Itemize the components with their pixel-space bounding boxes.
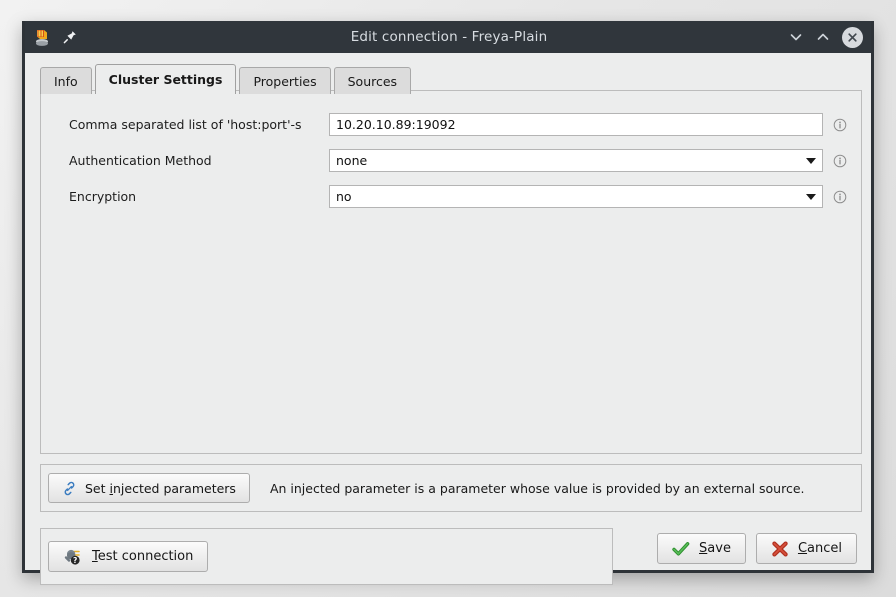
- save-button[interactable]: Save: [657, 533, 746, 564]
- host-port-input[interactable]: 10.20.10.89:19092: [329, 113, 823, 136]
- tab-label: Sources: [347, 73, 398, 89]
- chevron-down-icon[interactable]: [800, 150, 822, 171]
- form-row-auth-method: Authentication Method none: [41, 149, 861, 172]
- set-injected-parameters-label: Set injected parameters: [85, 480, 236, 496]
- close-circle-icon[interactable]: [842, 26, 863, 48]
- tab-info[interactable]: Info: [40, 67, 92, 94]
- tab-cluster-settings[interactable]: Cluster Settings: [94, 64, 237, 94]
- test-connection-label: Test connection: [92, 549, 194, 564]
- link-chain-icon: [62, 481, 77, 496]
- tab-strip: Info Cluster Settings Properties Sources: [40, 64, 414, 94]
- host-port-value: 10.20.10.89:19092: [336, 117, 456, 132]
- test-connection-button[interactable]: ? Test connection: [48, 541, 209, 572]
- info-icon[interactable]: [833, 118, 847, 132]
- tab-label: Cluster Settings: [108, 72, 223, 87]
- auth-method-label: Authentication Method: [69, 153, 212, 168]
- database-stack-icon: [33, 28, 52, 47]
- tab-sources[interactable]: Sources: [333, 67, 412, 94]
- titlebar-left-icons: [33, 28, 113, 47]
- save-label: Save: [699, 541, 731, 556]
- window-title: Edit connection - Freya-Plain: [350, 29, 548, 45]
- set-injected-parameters-button[interactable]: Set injected parameters: [48, 473, 250, 503]
- svg-text:?: ?: [73, 556, 77, 565]
- chevron-up-icon[interactable]: [815, 29, 831, 45]
- pin-icon[interactable]: [62, 29, 78, 45]
- cancel-button[interactable]: Cancel: [755, 533, 857, 564]
- encryption-value: no: [336, 189, 352, 204]
- plug-question-icon: ?: [63, 548, 83, 566]
- auth-method-value: none: [336, 153, 368, 168]
- encryption-label: Encryption: [69, 189, 137, 204]
- cancel-label: Cancel: [797, 541, 842, 556]
- tab-label: Properties: [253, 73, 317, 89]
- tab-label: Info: [54, 73, 78, 89]
- cluster-settings-panel: Comma separated list of 'host:port'-s 10…: [40, 90, 862, 454]
- chevron-down-icon[interactable]: [788, 29, 804, 45]
- injected-parameters-group: Set injected parameters An injected para…: [40, 464, 862, 512]
- host-port-label: Comma separated list of 'host:port'-s: [69, 117, 302, 132]
- chevron-down-icon[interactable]: [800, 186, 822, 207]
- dialog-action-buttons: Save Cancel: [657, 533, 857, 564]
- auth-method-select[interactable]: none: [329, 149, 823, 172]
- cross-icon: [771, 541, 789, 557]
- window-controls: [785, 26, 865, 48]
- info-icon[interactable]: [833, 154, 847, 168]
- check-icon: [672, 541, 690, 557]
- title-bar[interactable]: Edit connection - Freya-Plain: [25, 21, 871, 53]
- tab-properties[interactable]: Properties: [239, 67, 331, 94]
- test-connection-group: ? Test connection: [40, 528, 613, 585]
- settings-form: Comma separated list of 'host:port'-s 10…: [41, 91, 861, 208]
- form-row-encryption: Encryption no: [41, 185, 861, 208]
- info-icon[interactable]: [833, 190, 847, 204]
- form-row-host-port: Comma separated list of 'host:port'-s 10…: [41, 113, 861, 136]
- encryption-select[interactable]: no: [329, 185, 823, 208]
- injected-parameters-note: An injected parameter is a parameter who…: [269, 480, 805, 496]
- edit-connection-dialog: Edit connection - Freya-Plain Info Clust…: [22, 21, 874, 585]
